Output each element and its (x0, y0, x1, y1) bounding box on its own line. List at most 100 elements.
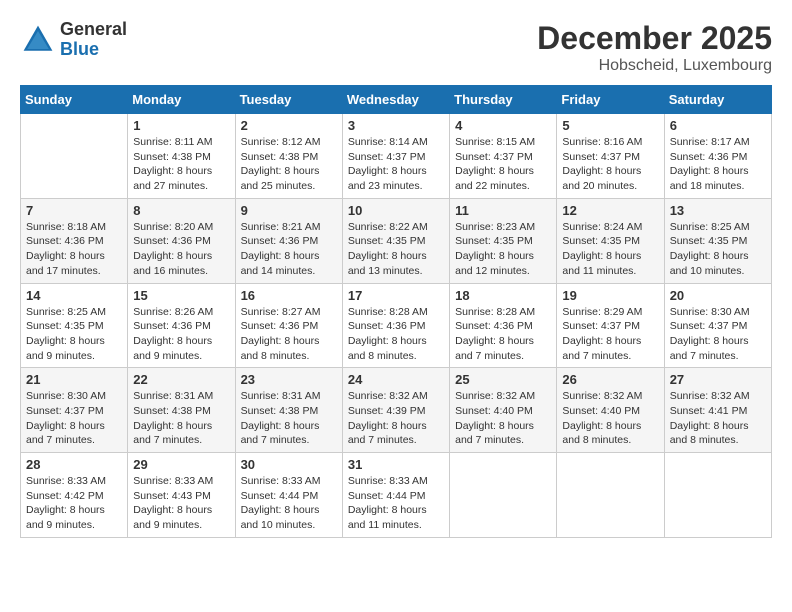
day-number: 8 (133, 203, 229, 218)
sunset-text: Sunset: 4:35 PM (562, 235, 640, 247)
daylight-text: Daylight: 8 hours and 7 minutes. (670, 335, 749, 362)
daylight-text: Daylight: 8 hours and 17 minutes. (26, 250, 105, 277)
title-block: December 2025 Hobscheid, Luxembourg (537, 20, 772, 75)
calendar-cell: 11 Sunrise: 8:23 AM Sunset: 4:35 PM Dayl… (450, 198, 557, 283)
day-info: Sunrise: 8:15 AM Sunset: 4:37 PM Dayligh… (455, 135, 551, 194)
week-row-4: 21 Sunrise: 8:30 AM Sunset: 4:37 PM Dayl… (21, 368, 772, 453)
sunrise-text: Sunrise: 8:29 AM (562, 306, 642, 318)
header-monday: Monday (128, 86, 235, 114)
daylight-text: Daylight: 8 hours and 8 minutes. (348, 335, 427, 362)
calendar-cell: 24 Sunrise: 8:32 AM Sunset: 4:39 PM Dayl… (342, 368, 449, 453)
header-wednesday: Wednesday (342, 86, 449, 114)
day-number: 10 (348, 203, 444, 218)
day-info: Sunrise: 8:17 AM Sunset: 4:36 PM Dayligh… (670, 135, 766, 194)
sunset-text: Sunset: 4:38 PM (241, 405, 319, 417)
day-info: Sunrise: 8:31 AM Sunset: 4:38 PM Dayligh… (241, 389, 337, 448)
calendar-cell (450, 453, 557, 538)
sunset-text: Sunset: 4:43 PM (133, 490, 211, 502)
day-number: 21 (26, 372, 122, 387)
day-number: 16 (241, 288, 337, 303)
calendar-cell: 25 Sunrise: 8:32 AM Sunset: 4:40 PM Dayl… (450, 368, 557, 453)
day-info: Sunrise: 8:33 AM Sunset: 4:42 PM Dayligh… (26, 474, 122, 533)
day-number: 26 (562, 372, 658, 387)
day-info: Sunrise: 8:16 AM Sunset: 4:37 PM Dayligh… (562, 135, 658, 194)
sunrise-text: Sunrise: 8:25 AM (670, 221, 750, 233)
logo-text: General Blue (60, 20, 127, 60)
day-number: 22 (133, 372, 229, 387)
sunrise-text: Sunrise: 8:20 AM (133, 221, 213, 233)
sunrise-text: Sunrise: 8:32 AM (670, 390, 750, 402)
day-info: Sunrise: 8:25 AM Sunset: 4:35 PM Dayligh… (26, 305, 122, 364)
day-number: 13 (670, 203, 766, 218)
sunrise-text: Sunrise: 8:17 AM (670, 136, 750, 148)
sunset-text: Sunset: 4:36 PM (26, 235, 104, 247)
day-number: 6 (670, 118, 766, 133)
sunset-text: Sunset: 4:41 PM (670, 405, 748, 417)
daylight-text: Daylight: 8 hours and 8 minutes. (670, 420, 749, 447)
week-row-5: 28 Sunrise: 8:33 AM Sunset: 4:42 PM Dayl… (21, 453, 772, 538)
calendar-cell: 8 Sunrise: 8:20 AM Sunset: 4:36 PM Dayli… (128, 198, 235, 283)
sunrise-text: Sunrise: 8:22 AM (348, 221, 428, 233)
day-info: Sunrise: 8:33 AM Sunset: 4:44 PM Dayligh… (241, 474, 337, 533)
sunrise-text: Sunrise: 8:28 AM (348, 306, 428, 318)
daylight-text: Daylight: 8 hours and 22 minutes. (455, 165, 534, 192)
sunset-text: Sunset: 4:35 PM (348, 235, 426, 247)
calendar-cell: 29 Sunrise: 8:33 AM Sunset: 4:43 PM Dayl… (128, 453, 235, 538)
sunrise-text: Sunrise: 8:27 AM (241, 306, 321, 318)
day-info: Sunrise: 8:18 AM Sunset: 4:36 PM Dayligh… (26, 220, 122, 279)
day-info: Sunrise: 8:32 AM Sunset: 4:39 PM Dayligh… (348, 389, 444, 448)
day-number: 4 (455, 118, 551, 133)
calendar-cell: 4 Sunrise: 8:15 AM Sunset: 4:37 PM Dayli… (450, 114, 557, 199)
day-info: Sunrise: 8:25 AM Sunset: 4:35 PM Dayligh… (670, 220, 766, 279)
calendar-table: Sunday Monday Tuesday Wednesday Thursday… (20, 85, 772, 538)
day-number: 19 (562, 288, 658, 303)
sunset-text: Sunset: 4:35 PM (26, 320, 104, 332)
logo-blue: Blue (60, 39, 99, 59)
sunset-text: Sunset: 4:38 PM (241, 151, 319, 163)
sunrise-text: Sunrise: 8:14 AM (348, 136, 428, 148)
sunrise-text: Sunrise: 8:31 AM (133, 390, 213, 402)
calendar-cell: 22 Sunrise: 8:31 AM Sunset: 4:38 PM Dayl… (128, 368, 235, 453)
daylight-text: Daylight: 8 hours and 8 minutes. (562, 420, 641, 447)
day-number: 25 (455, 372, 551, 387)
daylight-text: Daylight: 8 hours and 10 minutes. (670, 250, 749, 277)
daylight-text: Daylight: 8 hours and 20 minutes. (562, 165, 641, 192)
daylight-text: Daylight: 8 hours and 8 minutes. (241, 335, 320, 362)
calendar-cell: 1 Sunrise: 8:11 AM Sunset: 4:38 PM Dayli… (128, 114, 235, 199)
header-saturday: Saturday (664, 86, 771, 114)
logo-icon (20, 22, 56, 58)
day-info: Sunrise: 8:33 AM Sunset: 4:44 PM Dayligh… (348, 474, 444, 533)
week-row-2: 7 Sunrise: 8:18 AM Sunset: 4:36 PM Dayli… (21, 198, 772, 283)
sunset-text: Sunset: 4:35 PM (670, 235, 748, 247)
sunset-text: Sunset: 4:36 PM (348, 320, 426, 332)
sunrise-text: Sunrise: 8:28 AM (455, 306, 535, 318)
day-number: 15 (133, 288, 229, 303)
daylight-text: Daylight: 8 hours and 9 minutes. (133, 504, 212, 531)
sunset-text: Sunset: 4:37 PM (26, 405, 104, 417)
day-info: Sunrise: 8:14 AM Sunset: 4:37 PM Dayligh… (348, 135, 444, 194)
calendar-cell: 2 Sunrise: 8:12 AM Sunset: 4:38 PM Dayli… (235, 114, 342, 199)
day-number: 31 (348, 457, 444, 472)
sunrise-text: Sunrise: 8:30 AM (670, 306, 750, 318)
sunrise-text: Sunrise: 8:26 AM (133, 306, 213, 318)
week-row-1: 1 Sunrise: 8:11 AM Sunset: 4:38 PM Dayli… (21, 114, 772, 199)
day-info: Sunrise: 8:33 AM Sunset: 4:43 PM Dayligh… (133, 474, 229, 533)
day-number: 18 (455, 288, 551, 303)
day-number: 12 (562, 203, 658, 218)
day-number: 24 (348, 372, 444, 387)
daylight-text: Daylight: 8 hours and 7 minutes. (241, 420, 320, 447)
day-info: Sunrise: 8:30 AM Sunset: 4:37 PM Dayligh… (670, 305, 766, 364)
calendar-cell: 12 Sunrise: 8:24 AM Sunset: 4:35 PM Dayl… (557, 198, 664, 283)
calendar-cell: 18 Sunrise: 8:28 AM Sunset: 4:36 PM Dayl… (450, 283, 557, 368)
calendar-cell: 7 Sunrise: 8:18 AM Sunset: 4:36 PM Dayli… (21, 198, 128, 283)
daylight-text: Daylight: 8 hours and 10 minutes. (241, 504, 320, 531)
sunrise-text: Sunrise: 8:21 AM (241, 221, 321, 233)
calendar-cell: 30 Sunrise: 8:33 AM Sunset: 4:44 PM Dayl… (235, 453, 342, 538)
day-number: 7 (26, 203, 122, 218)
sunset-text: Sunset: 4:37 PM (348, 151, 426, 163)
calendar-cell: 23 Sunrise: 8:31 AM Sunset: 4:38 PM Dayl… (235, 368, 342, 453)
day-info: Sunrise: 8:32 AM Sunset: 4:41 PM Dayligh… (670, 389, 766, 448)
sunset-text: Sunset: 4:37 PM (455, 151, 533, 163)
calendar-cell: 5 Sunrise: 8:16 AM Sunset: 4:37 PM Dayli… (557, 114, 664, 199)
sunset-text: Sunset: 4:36 PM (241, 320, 319, 332)
